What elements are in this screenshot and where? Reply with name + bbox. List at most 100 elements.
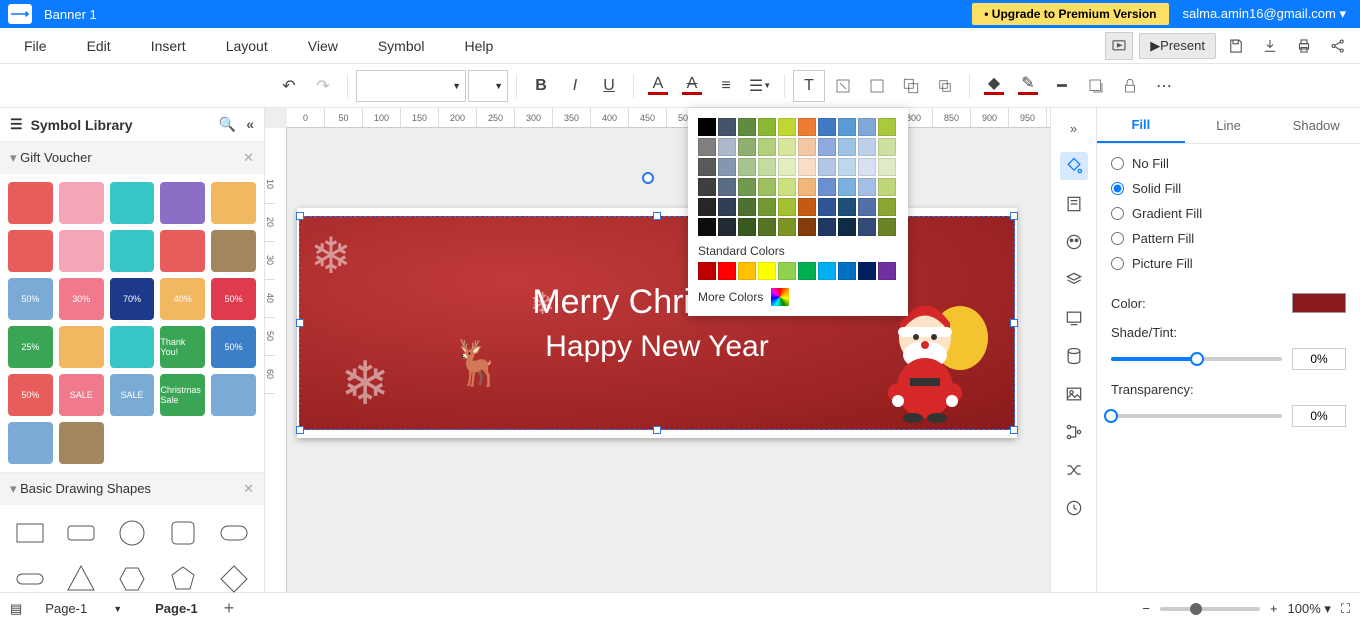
color-swatch[interactable] xyxy=(778,198,796,216)
bold-button[interactable]: B xyxy=(525,70,557,102)
transparency-slider[interactable] xyxy=(1111,414,1282,418)
voucher-shape[interactable] xyxy=(110,182,155,224)
basic-shape[interactable] xyxy=(160,559,205,599)
color-swatch[interactable] xyxy=(1292,293,1346,313)
color-swatch[interactable] xyxy=(878,262,896,280)
color-swatch[interactable] xyxy=(878,218,896,236)
more-button[interactable]: ⋯ xyxy=(1148,70,1180,102)
canvas-area[interactable]: 0501001502002503003504004505005506006507… xyxy=(265,108,1050,592)
color-swatch[interactable] xyxy=(758,158,776,176)
voucher-shape[interactable] xyxy=(211,182,256,224)
voucher-shape[interactable]: Christmas Sale xyxy=(160,374,205,416)
group-gift-voucher-header[interactable]: ▾ Gift Voucher ✕ xyxy=(0,142,264,174)
voucher-shape[interactable]: SALE xyxy=(59,374,104,416)
color-swatch[interactable] xyxy=(718,158,736,176)
basic-shape[interactable] xyxy=(160,513,205,553)
color-swatch[interactable] xyxy=(838,198,856,216)
theme-panel-icon[interactable] xyxy=(1060,228,1088,256)
selection-handle[interactable] xyxy=(1010,212,1018,220)
color-swatch[interactable] xyxy=(718,198,736,216)
menu-layout[interactable]: Layout xyxy=(218,32,276,60)
close-icon[interactable]: ✕ xyxy=(243,150,254,166)
slide-panel-icon[interactable] xyxy=(1060,304,1088,332)
basic-shape[interactable] xyxy=(110,559,155,599)
italic-button[interactable]: I xyxy=(559,70,591,102)
color-swatch[interactable] xyxy=(818,262,836,280)
selection-handle[interactable] xyxy=(296,212,304,220)
basic-shape[interactable] xyxy=(8,559,53,599)
text-tool-button[interactable]: T xyxy=(793,70,825,102)
image-panel-icon[interactable] xyxy=(1060,380,1088,408)
basic-shape[interactable] xyxy=(59,559,104,599)
fill-panel-icon[interactable] xyxy=(1060,152,1088,180)
selection-handle[interactable] xyxy=(296,319,304,327)
color-swatch[interactable] xyxy=(778,158,796,176)
color-swatch[interactable] xyxy=(718,138,736,156)
search-icon[interactable]: 🔍 xyxy=(219,116,236,133)
fill-option-no-fill[interactable]: No Fill xyxy=(1111,156,1346,171)
shape-outline-button[interactable] xyxy=(827,70,859,102)
color-swatch[interactable] xyxy=(798,118,816,136)
add-page-button[interactable]: + xyxy=(224,598,235,619)
voucher-shape[interactable] xyxy=(59,182,104,224)
tab-fill[interactable]: Fill xyxy=(1097,108,1185,143)
tab-shadow[interactable]: Shadow xyxy=(1272,108,1360,143)
menu-edit[interactable]: Edit xyxy=(79,32,119,60)
color-swatch[interactable] xyxy=(758,262,776,280)
menu-insert[interactable]: Insert xyxy=(143,32,194,60)
page-panel-icon[interactable] xyxy=(1060,190,1088,218)
color-swatch[interactable] xyxy=(738,138,756,156)
tab-line[interactable]: Line xyxy=(1185,108,1273,143)
tree-panel-icon[interactable] xyxy=(1060,418,1088,446)
color-swatch[interactable] xyxy=(858,158,876,176)
basic-shape[interactable] xyxy=(211,559,256,599)
voucher-shape[interactable]: SALE xyxy=(110,374,155,416)
color-swatch[interactable] xyxy=(818,118,836,136)
fill-option-solid-fill[interactable]: Solid Fill xyxy=(1111,181,1346,196)
print-icon[interactable] xyxy=(1290,32,1318,60)
color-swatch[interactable] xyxy=(838,138,856,156)
line-style-button[interactable]: ━ xyxy=(1046,70,1078,102)
group-basic-shapes-header[interactable]: ▾ Basic Drawing Shapes ✕ xyxy=(0,473,264,505)
voucher-shape[interactable] xyxy=(8,230,53,272)
zoom-out-button[interactable]: − xyxy=(1142,601,1150,616)
color-swatch[interactable] xyxy=(818,138,836,156)
voucher-shape[interactable] xyxy=(211,230,256,272)
undo-button[interactable]: ↶ xyxy=(273,70,305,102)
zoom-in-button[interactable]: + xyxy=(1270,601,1278,616)
shade-slider[interactable] xyxy=(1111,357,1282,361)
voucher-shape[interactable]: 50% xyxy=(211,278,256,320)
color-swatch[interactable] xyxy=(758,178,776,196)
voucher-shape[interactable]: 30% xyxy=(59,278,104,320)
color-swatch[interactable] xyxy=(858,118,876,136)
voucher-shape[interactable] xyxy=(211,422,256,464)
color-swatch[interactable] xyxy=(738,158,756,176)
basic-shape[interactable] xyxy=(8,513,53,553)
upgrade-button[interactable]: • Upgrade to Premium Version xyxy=(972,3,1168,25)
fill-option-gradient-fill[interactable]: Gradient Fill xyxy=(1111,206,1346,221)
line-tool-button[interactable]: ✎ xyxy=(1012,70,1044,102)
menu-symbol[interactable]: Symbol xyxy=(370,32,433,60)
present-button[interactable]: ▶Present xyxy=(1139,33,1216,59)
color-swatch[interactable] xyxy=(878,158,896,176)
voucher-shape[interactable] xyxy=(211,374,256,416)
color-swatch[interactable] xyxy=(838,158,856,176)
app-logo[interactable]: ⟶ xyxy=(8,4,32,24)
shade-input[interactable] xyxy=(1292,348,1346,370)
color-swatch[interactable] xyxy=(698,138,716,156)
shadow-tool-button[interactable] xyxy=(1080,70,1112,102)
voucher-shape[interactable]: 70% xyxy=(110,278,155,320)
color-swatch[interactable] xyxy=(698,158,716,176)
font-color-button[interactable]: A xyxy=(642,70,674,102)
color-swatch[interactable] xyxy=(738,262,756,280)
voucher-shape[interactable] xyxy=(8,182,53,224)
close-icon[interactable]: ✕ xyxy=(243,481,254,497)
font-size-select[interactable]: ▼ xyxy=(468,70,508,102)
voucher-shape[interactable]: 50% xyxy=(211,326,256,368)
pages-icon[interactable]: ▤ xyxy=(10,601,22,617)
font-family-select[interactable]: ▼ xyxy=(356,70,466,102)
color-swatch[interactable] xyxy=(738,118,756,136)
voucher-shape[interactable] xyxy=(160,230,205,272)
underline-button[interactable]: U xyxy=(593,70,625,102)
voucher-shape[interactable]: Thank You! xyxy=(160,326,205,368)
